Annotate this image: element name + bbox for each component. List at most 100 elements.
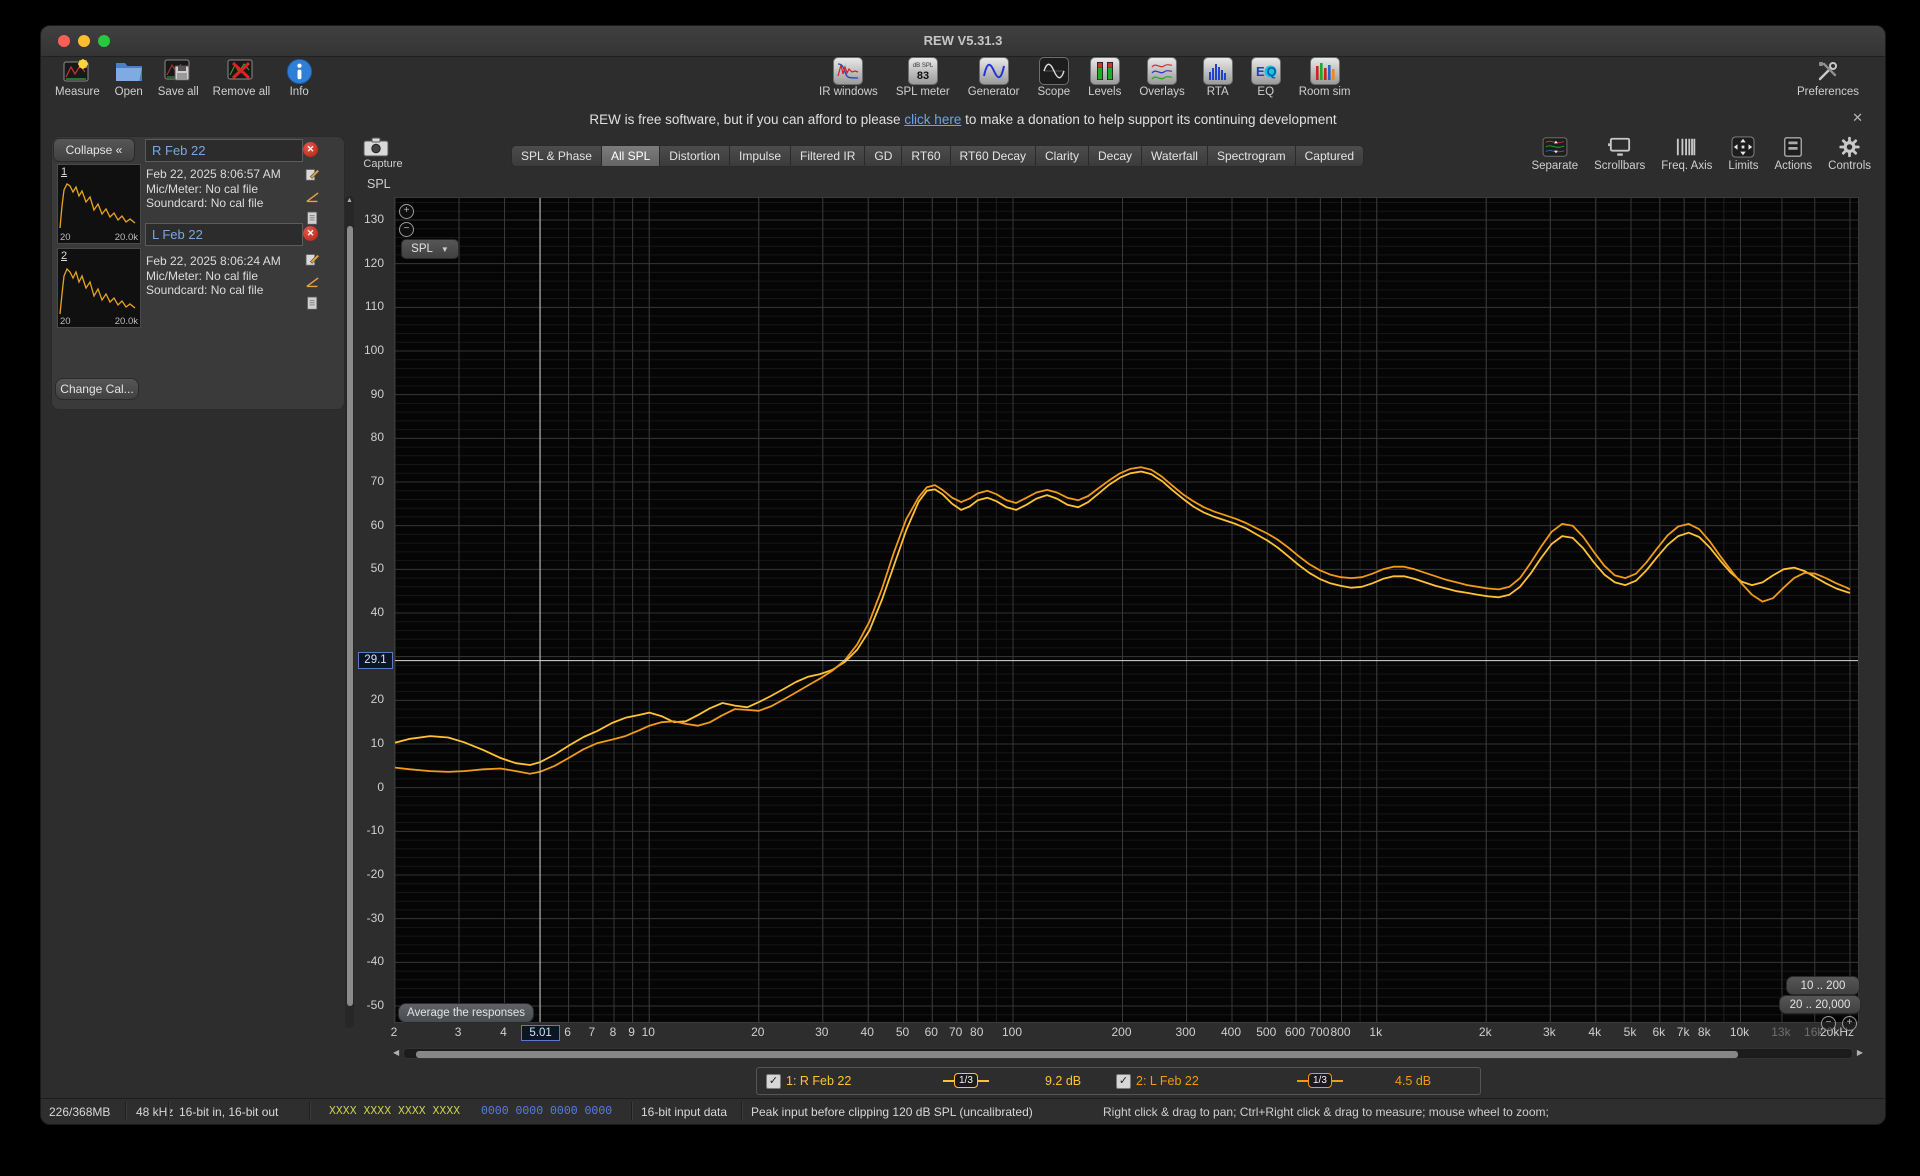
spl-meter-button[interactable]: dB SPL83SPL meter: [896, 57, 950, 98]
room-sim-button[interactable]: Room sim: [1299, 57, 1351, 98]
tab-distortion[interactable]: Distortion: [659, 145, 729, 167]
banner-close-icon[interactable]: ✕: [1852, 110, 1863, 126]
donation-link[interactable]: click here: [904, 112, 961, 127]
range-10-200-button[interactable]: 10 .. 200: [1786, 976, 1860, 995]
graph-button-label: Controls: [1828, 160, 1871, 172]
levels-button[interactable]: Levels: [1088, 57, 1121, 98]
limits-button[interactable]: Limits: [1728, 136, 1758, 172]
measurement-2-edit-icon[interactable]: [304, 251, 321, 268]
tab-impulse[interactable]: Impulse: [729, 145, 790, 167]
scroll-left-icon[interactable]: ◀: [393, 1047, 399, 1059]
smoothing-value: 1/3: [1308, 1073, 1332, 1088]
chevron-down-icon: ▼: [441, 245, 449, 254]
trace-1-checkbox[interactable]: ✓: [766, 1074, 781, 1089]
tab-spectrogram[interactable]: Spectrogram: [1207, 145, 1295, 167]
status-bar: 226/368MB 48 kHz 16-bit in, 16-bit out X…: [41, 1098, 1885, 1124]
measurement-2-trim-icon[interactable]: [304, 273, 321, 290]
zoom-out-icon[interactable]: −: [399, 222, 414, 237]
tab-captured[interactable]: Captured: [1295, 145, 1364, 167]
trace-2-smoothing-button[interactable]: 1/3: [1297, 1073, 1343, 1088]
x-axis-tick: 100: [1002, 1025, 1022, 1039]
trace-1-label[interactable]: 1: R Feb 22: [786, 1074, 851, 1088]
measurement-1-thumbnail[interactable]: 1 20 20.0k: [57, 164, 141, 244]
tab-all-spl[interactable]: All SPL: [601, 145, 659, 167]
thumb-max-label: 20.0k: [115, 232, 138, 243]
preferences-button[interactable]: Preferences: [1797, 57, 1859, 98]
tab-decay[interactable]: Decay: [1088, 145, 1141, 167]
x-axis-tick: 2k: [1479, 1025, 1492, 1039]
freq-axis-button[interactable]: Freq. Axis: [1661, 136, 1712, 172]
tab-filtered-ir[interactable]: Filtered IR: [790, 145, 864, 167]
graph-tab-bar: SPL & PhaseAll SPLDistortionImpulseFilte…: [511, 145, 1364, 167]
x-axis-tick: 200: [1111, 1025, 1131, 1039]
measurement-1-edit-icon[interactable]: [304, 166, 321, 183]
info-button[interactable]: Info: [284, 57, 314, 98]
measurement-date: Feb 22, 2025 8:06:24 AM: [146, 254, 281, 269]
toolbar-item-label: SPL meter: [896, 86, 950, 98]
trace-2-label[interactable]: 2: L Feb 22: [1136, 1074, 1199, 1088]
trace-2-checkbox[interactable]: ✓: [1116, 1074, 1131, 1089]
rta-button[interactable]: RTA: [1203, 57, 1233, 98]
graph-h-scrollbar[interactable]: ◀ ▶: [393, 1047, 1863, 1059]
preferences-label: Preferences: [1797, 86, 1859, 98]
x-zoom-out-icon[interactable]: −: [1821, 1016, 1836, 1031]
collapse-sidebar-button[interactable]: Collapse «: [53, 138, 135, 162]
y-axis-tick: 100: [346, 343, 384, 357]
y-axis-tick: 60: [346, 518, 384, 532]
tab-clarity[interactable]: Clarity: [1035, 145, 1088, 167]
tab-rt60-decay[interactable]: RT60 Decay: [950, 145, 1035, 167]
freq-axis-icon: [1673, 136, 1701, 158]
donation-banner: REW is free software, but if you can aff…: [41, 112, 1885, 127]
overlays-button[interactable]: Overlays: [1139, 57, 1184, 98]
remove-all-button[interactable]: Remove all: [213, 57, 271, 98]
change-cal-button[interactable]: Change Cal...: [55, 378, 139, 400]
measurement-2-thumbnail[interactable]: 2 20 20.0k: [57, 248, 141, 328]
tab-spl-phase[interactable]: SPL & Phase: [511, 145, 601, 167]
actions-button[interactable]: Actions: [1774, 136, 1812, 172]
zoom-in-icon[interactable]: +: [399, 204, 414, 219]
open-button[interactable]: Open: [114, 57, 144, 98]
toolbar-item-label: Save all: [158, 86, 199, 98]
x-axis-tick: 50: [896, 1025, 909, 1039]
tab-waterfall[interactable]: Waterfall: [1141, 145, 1207, 167]
ir-windows-button[interactable]: IR windows: [819, 57, 878, 98]
tab-rt60[interactable]: RT60: [901, 145, 949, 167]
controls-button[interactable]: Controls: [1828, 136, 1871, 172]
main-toolbar: Measure Open Save all Remove all Info IR win…: [41, 57, 1885, 109]
measurement-2-title-field[interactable]: L Feb 22: [145, 223, 303, 246]
actions-icon: [1779, 136, 1807, 158]
scroll-right-icon[interactable]: ▶: [1857, 1047, 1863, 1059]
titlebar[interactable]: REW V5.31.3: [41, 26, 1885, 57]
measurement-1-trim-icon[interactable]: [304, 188, 321, 205]
scrollbars-button[interactable]: Scrollbars: [1594, 136, 1645, 172]
capture-button[interactable]: Capture: [363, 137, 403, 170]
separator: [631, 1102, 633, 1120]
measurement-2-info: Feb 22, 2025 8:06:24 AM Mic/Meter: No ca…: [146, 254, 281, 298]
separate-button[interactable]: Separate: [1531, 136, 1578, 172]
y-axis-tick: -30: [346, 911, 384, 925]
spl-chart: [395, 198, 1858, 1022]
measurement-2-notes-icon[interactable]: [304, 295, 321, 312]
generator-button[interactable]: Generator: [968, 57, 1020, 98]
trace-1-smoothing-button[interactable]: 1/3: [943, 1073, 989, 1088]
tab-gd[interactable]: GD: [864, 145, 901, 167]
scope-button[interactable]: Scope: [1038, 57, 1071, 98]
cursor-freq-readout: 5.01: [521, 1025, 560, 1041]
save-all-button[interactable]: Save all: [158, 57, 199, 98]
average-responses-button[interactable]: Average the responses: [398, 1003, 534, 1023]
measure-button[interactable]: Measure: [55, 57, 100, 98]
spl-plot-area[interactable]: [394, 197, 1859, 1023]
scrollbar-track[interactable]: [403, 1048, 1853, 1059]
x-axis-tick: 6k: [1652, 1025, 1665, 1039]
range-20-20000-button[interactable]: 20 .. 20,000: [1779, 995, 1861, 1014]
measurement-1-notes-icon[interactable]: [304, 210, 321, 227]
x-zoom-in-icon[interactable]: +: [1842, 1016, 1857, 1031]
eq-button[interactable]: EQEQ: [1251, 57, 1281, 98]
spl-axis-dropdown[interactable]: SPL ▼: [401, 239, 459, 259]
measurement-1-delete-button[interactable]: ✕: [303, 142, 318, 157]
x-axis-tick: 8k: [1698, 1025, 1711, 1039]
measurement-2-delete-button[interactable]: ✕: [303, 226, 318, 241]
svg-text:E: E: [1256, 64, 1265, 79]
scrollbar-thumb[interactable]: [416, 1051, 1738, 1058]
measurement-1-title-field[interactable]: R Feb 22: [145, 139, 303, 162]
